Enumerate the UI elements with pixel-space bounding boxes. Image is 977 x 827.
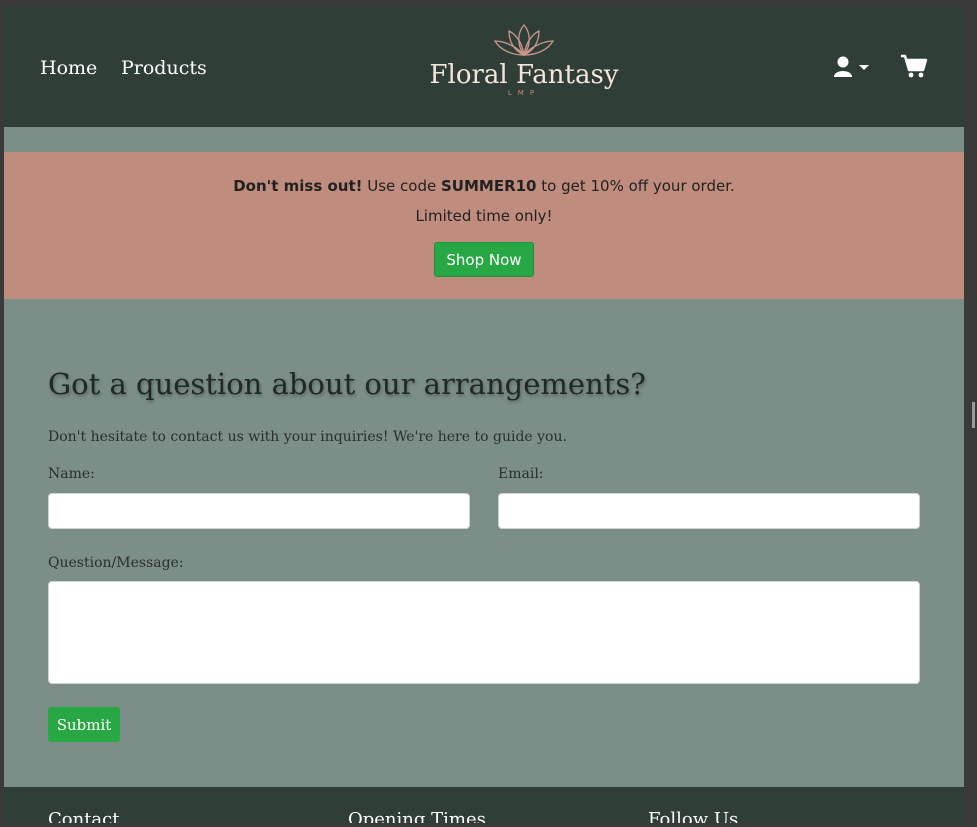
- nav-products-link[interactable]: Products: [121, 57, 207, 79]
- name-input[interactable]: [48, 493, 470, 529]
- browser-viewport: Home Products Floral Fantasy LMP Don't m…: [4, 7, 964, 823]
- footer: Contact Opening Times Follow Us: [4, 787, 964, 823]
- scrollbar-track[interactable]: [964, 7, 977, 823]
- promo-code: SUMMER10: [440, 177, 537, 195]
- email-label: Email:: [498, 466, 544, 482]
- message-label: Question/Message:: [48, 555, 184, 571]
- cart-button[interactable]: [900, 53, 928, 79]
- message-textarea[interactable]: [48, 581, 920, 684]
- contact-intro: Don't hesitate to contact us with your i…: [48, 429, 567, 445]
- brand-subtitle: LMP: [507, 89, 541, 97]
- cart-icon: [901, 54, 928, 78]
- contact-title: Got a question about our arrangements?: [48, 367, 646, 401]
- promo-text-after: to get 10% off your order.: [536, 177, 735, 195]
- promo-banner: Don't miss out! Use code SUMMER10 to get…: [4, 152, 964, 299]
- brand-logo[interactable]: Floral Fantasy LMP: [424, 21, 624, 111]
- navbar: Home Products Floral Fantasy LMP: [4, 7, 964, 127]
- footer-social-heading: Follow Us: [648, 809, 739, 823]
- name-label: Name:: [48, 466, 95, 482]
- submit-button[interactable]: Submit: [48, 707, 120, 742]
- promo-headline: Don't miss out!: [233, 177, 363, 195]
- footer-contact-heading: Contact: [48, 809, 120, 823]
- user-icon: [834, 56, 869, 77]
- promo-text-before: Use code: [362, 177, 441, 195]
- brand-name: Floral Fantasy: [429, 60, 619, 90]
- promo-subtext: Limited time only!: [415, 207, 553, 225]
- lotus-icon: [493, 24, 555, 57]
- footer-hours-heading: Opening Times: [348, 809, 486, 823]
- promo-message: Don't miss out! Use code SUMMER10 to get…: [4, 177, 964, 195]
- scrollbar-grip[interactable]: [972, 402, 975, 428]
- email-input[interactable]: [498, 493, 920, 529]
- shop-now-button[interactable]: Shop Now: [434, 242, 534, 277]
- nav-home-link[interactable]: Home: [40, 57, 97, 79]
- user-dropdown-toggle[interactable]: [834, 55, 874, 81]
- caret-down-icon: [859, 65, 869, 70]
